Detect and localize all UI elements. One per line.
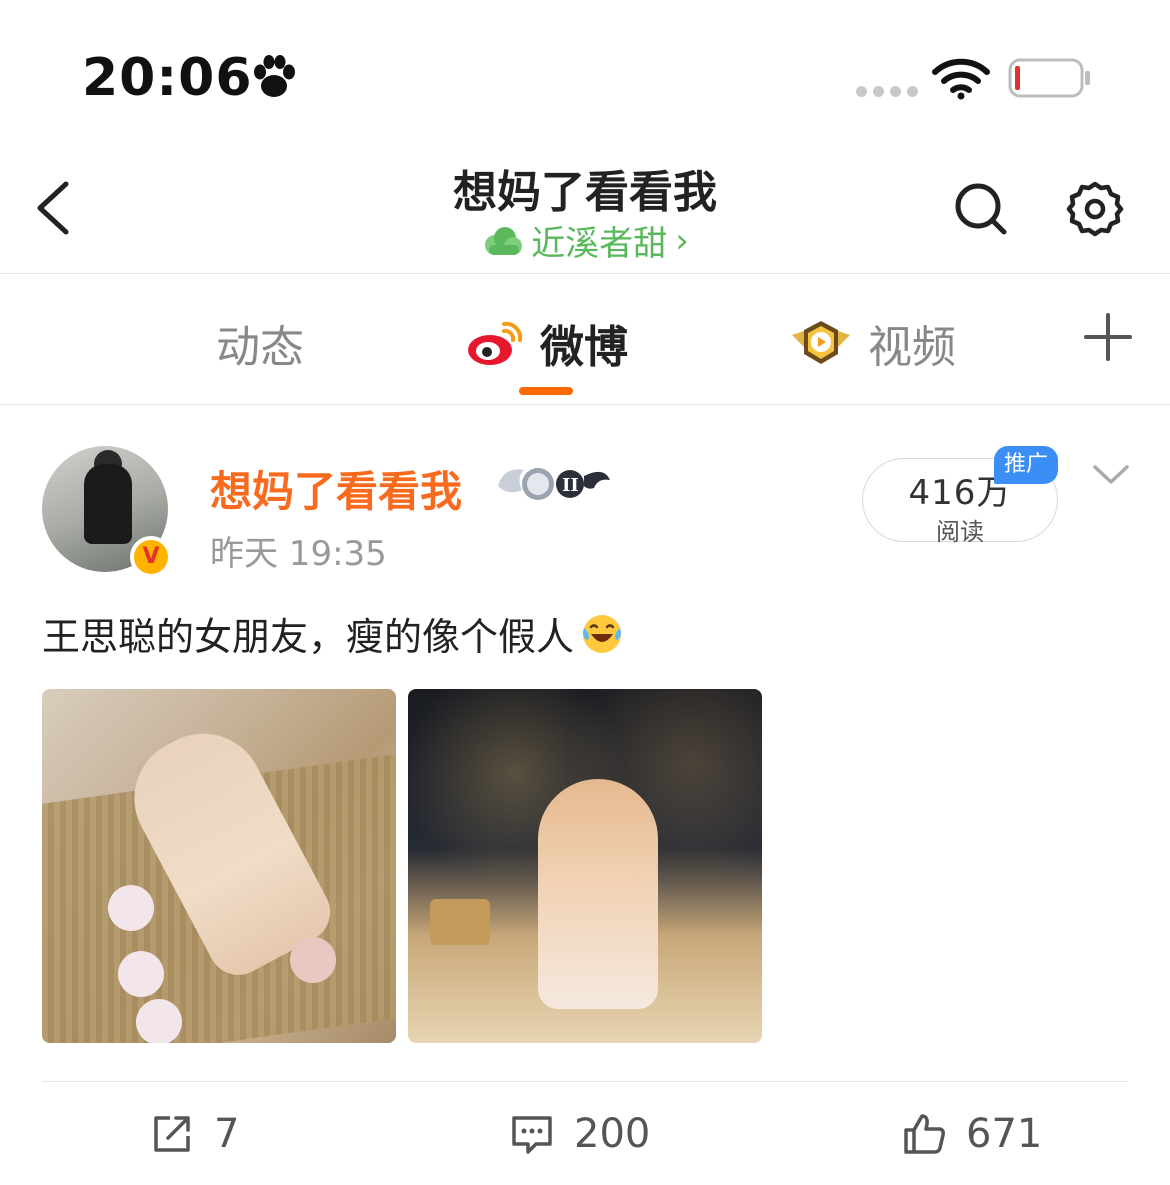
post-body: 王思聪的女朋友，瘦的像个假人 (42, 615, 575, 659)
weibo-logo-icon (468, 321, 523, 365)
comment-icon (512, 1116, 552, 1154)
post-image-1[interactable] (42, 689, 396, 1043)
tab-video[interactable]: 视频 (790, 311, 956, 375)
tab-label: 微博 (540, 322, 628, 373)
gear-icon[interactable] (1066, 180, 1124, 238)
plus-icon[interactable] (1082, 311, 1134, 363)
post-card: V 想妈了看看我 II 昨天 19:35 416万 阅读 推广 王思聪的女朋友，… (0, 406, 1170, 1185)
svg-text:II: II (562, 475, 579, 496)
group-name: 近溪者甜 (531, 224, 668, 264)
active-tab-indicator (519, 387, 573, 395)
like-button[interactable]: 671 (900, 1106, 1042, 1162)
nav-header: 想妈了看看我 近溪者甜 › (0, 150, 1170, 274)
video-logo-icon (792, 321, 850, 364)
author-name[interactable]: 想妈了看看我 (210, 458, 462, 519)
search-icon[interactable] (952, 180, 1010, 238)
post-image-2[interactable] (408, 689, 762, 1043)
tab-weibo[interactable]: 微博 (466, 311, 628, 375)
status-bar: 20:06 (0, 0, 1170, 150)
laugh-crying-icon (583, 614, 622, 653)
share-count: 7 (214, 1111, 240, 1157)
post-text: 王思聪的女朋友，瘦的像个假人 (42, 606, 624, 661)
signal-dots-icon (856, 86, 918, 97)
medal-icon[interactable]: II (494, 460, 612, 506)
battery-low-icon (1008, 58, 1090, 98)
thumbs-up-icon (904, 1114, 945, 1154)
tab-bar: 动态 微博 视频 (0, 275, 1170, 405)
tab-dynamic[interactable]: 动态 (216, 311, 304, 375)
share-icon (154, 1116, 190, 1152)
status-time: 20:06 (82, 48, 253, 108)
promo-tag: 推广 (994, 446, 1058, 484)
wifi-icon (932, 58, 990, 100)
chevron-down-icon[interactable] (1092, 462, 1130, 488)
post-time: 昨天 19:35 (210, 534, 387, 574)
tab-label: 视频 (868, 322, 956, 373)
read-label: 阅读 (936, 518, 984, 546)
comment-button[interactable]: 200 (508, 1106, 650, 1162)
chevron-right-icon: › (675, 220, 689, 261)
like-count: 671 (966, 1111, 1043, 1157)
tab-label: 动态 (216, 322, 304, 373)
divider (42, 1081, 1128, 1082)
verified-badge: V (130, 536, 172, 578)
comment-count: 200 (574, 1111, 651, 1157)
paw-icon (254, 55, 295, 97)
cloud-icon (485, 226, 523, 255)
share-button[interactable]: 7 (148, 1106, 239, 1162)
